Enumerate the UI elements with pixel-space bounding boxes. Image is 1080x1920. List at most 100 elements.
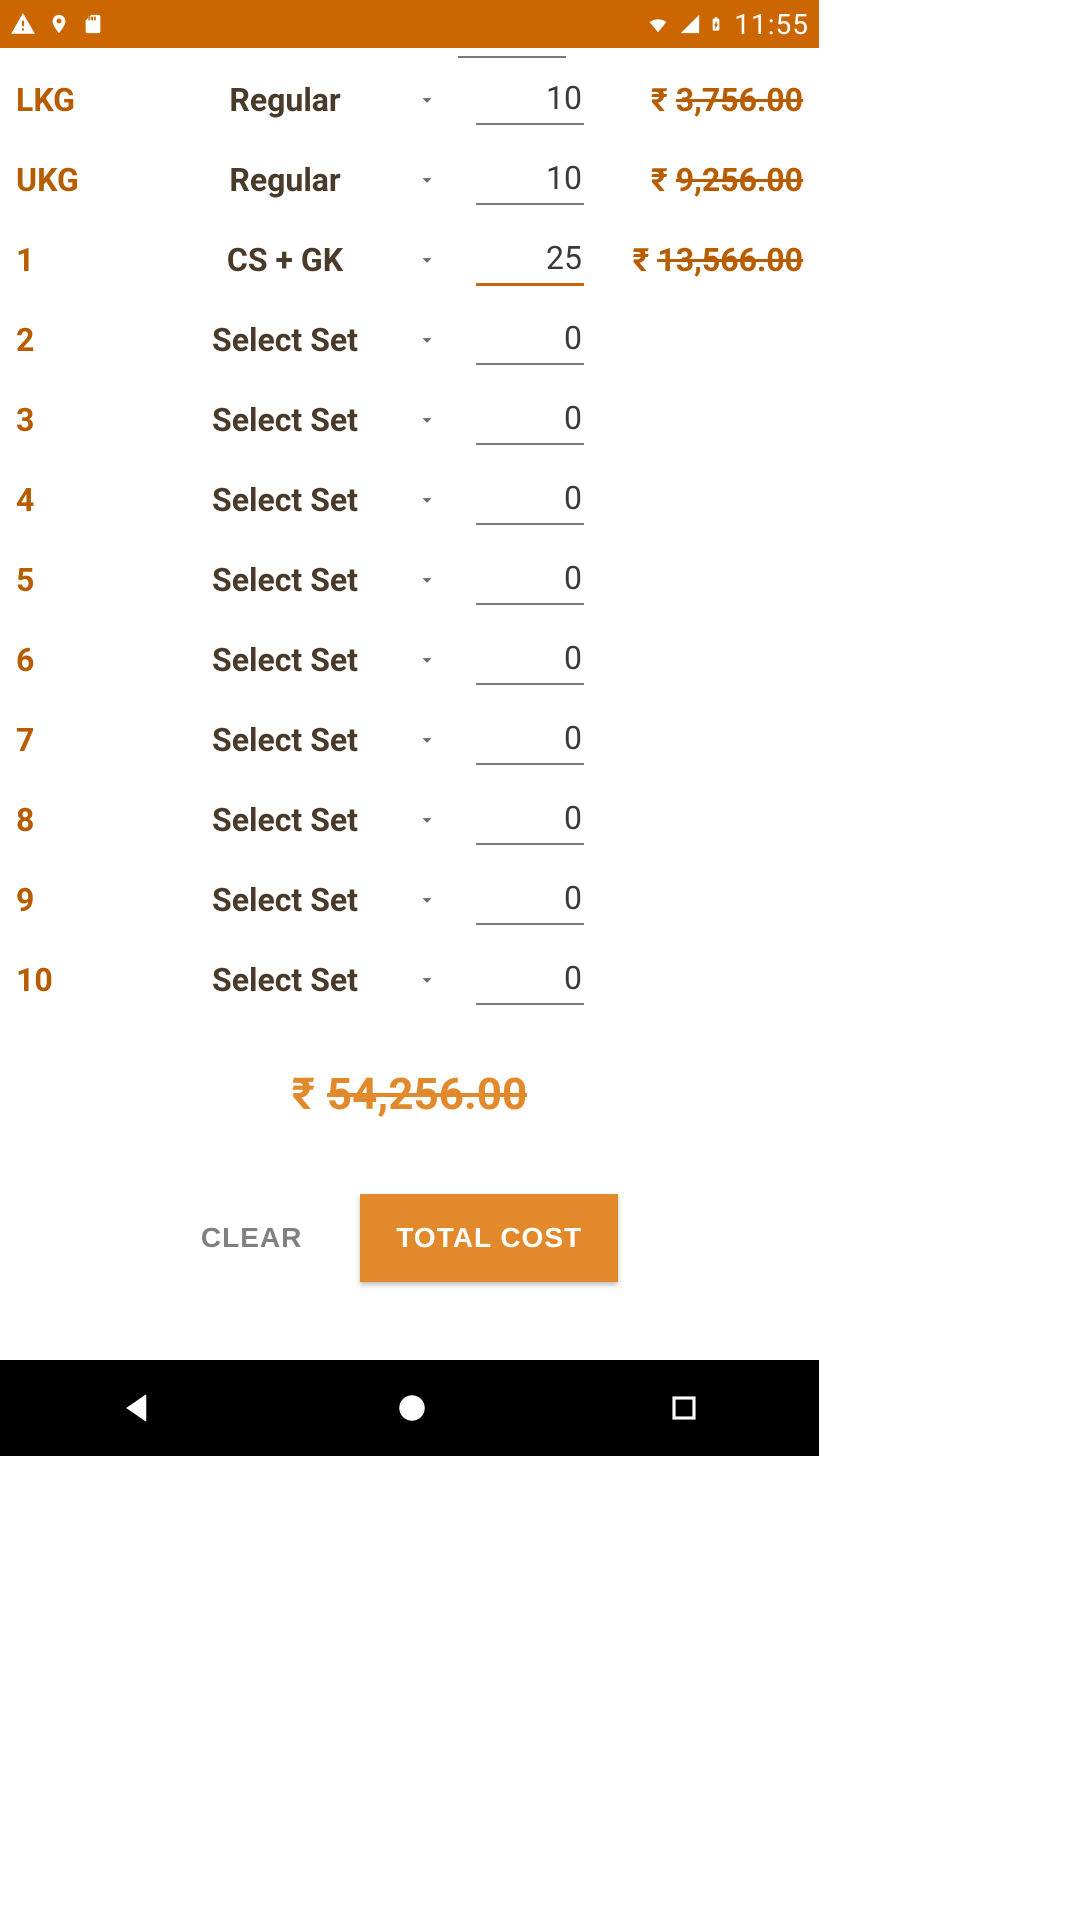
main-content: LKGRegular10₹3,756.00UKGRegular10₹9,256.…	[0, 48, 819, 1360]
button-row: CLEAR TOTAL COST	[14, 1194, 805, 1282]
set-dropdown-label: Select Set	[154, 961, 416, 999]
status-right-icons: 11:55	[644, 8, 809, 41]
grade-label: 2	[14, 321, 154, 359]
grade-row: 4Select Set 0	[14, 460, 805, 540]
set-dropdown[interactable]: Regular	[154, 81, 444, 119]
grade-label: 4	[14, 481, 154, 519]
quantity-input[interactable]: 0	[476, 475, 584, 525]
grade-row: 1CS + GK25₹13,566.00	[14, 220, 805, 300]
quantity-cell: 0	[452, 715, 584, 765]
set-dropdown-label: Select Set	[154, 641, 416, 679]
set-dropdown[interactable]: Select Set	[154, 321, 444, 359]
nav-bar	[0, 1360, 819, 1456]
quantity-input[interactable]: 10	[476, 75, 584, 125]
grade-label: 3	[14, 401, 154, 439]
set-dropdown-label: Select Set	[154, 721, 416, 759]
location-icon	[48, 11, 70, 37]
set-dropdown[interactable]: Select Set	[154, 721, 444, 759]
chevron-down-icon	[416, 809, 438, 831]
grade-row: 6Select Set 0	[14, 620, 805, 700]
sd-card-icon	[82, 11, 104, 37]
grade-row: 10Select Set 0	[14, 940, 805, 1020]
grade-row: 9Select Set 0	[14, 860, 805, 940]
grade-row: 2Select Set 0	[14, 300, 805, 380]
clear-button[interactable]: CLEAR	[201, 1222, 302, 1254]
set-dropdown[interactable]: Select Set	[154, 401, 444, 439]
chevron-down-icon	[416, 569, 438, 591]
quantity-input[interactable]: 25	[476, 235, 584, 286]
row-price: ₹3,756.00	[584, 81, 805, 119]
chevron-down-icon	[416, 889, 438, 911]
status-left-icons	[10, 11, 104, 37]
status-time: 11:55	[734, 8, 809, 41]
quantity-cell: 10	[452, 155, 584, 205]
set-dropdown-label: Select Set	[154, 481, 416, 519]
grade-row: UKGRegular10₹9,256.00	[14, 140, 805, 220]
set-dropdown[interactable]: Regular	[154, 161, 444, 199]
price-value: 13,566.00	[657, 241, 803, 279]
total-amount: 54,256.00	[327, 1068, 527, 1120]
chevron-down-icon	[416, 729, 438, 751]
chevron-down-icon	[416, 249, 438, 271]
quantity-input[interactable]: 0	[476, 795, 584, 845]
grade-label: 9	[14, 881, 154, 919]
signal-icon	[678, 13, 702, 35]
quantity-input[interactable]: 0	[476, 395, 584, 445]
quantity-cell: 0	[452, 475, 584, 525]
chevron-down-icon	[416, 329, 438, 351]
set-dropdown-label: Regular	[154, 81, 416, 119]
quantity-cell: 0	[452, 315, 584, 365]
nav-recent-button[interactable]	[669, 1393, 699, 1423]
rupee-icon: ₹	[651, 81, 668, 119]
grade-label: LKG	[14, 81, 154, 119]
chevron-down-icon	[416, 169, 438, 191]
quantity-input[interactable]: 0	[476, 635, 584, 685]
set-dropdown[interactable]: CS + GK	[154, 241, 444, 279]
set-dropdown-label: Select Set	[154, 401, 416, 439]
grade-label: 10	[14, 961, 154, 999]
rupee-icon: ₹	[292, 1068, 315, 1120]
total-cost-display: ₹ 54,256.00	[14, 1068, 805, 1120]
partial-scroll-row	[14, 48, 805, 60]
set-dropdown[interactable]: Select Set	[154, 881, 444, 919]
total-cost-button[interactable]: TOTAL COST	[360, 1194, 618, 1282]
grade-row: 5Select Set 0	[14, 540, 805, 620]
grade-row: 8Select Set0	[14, 780, 805, 860]
set-dropdown[interactable]: Select Set	[154, 561, 444, 599]
rupee-icon: ₹	[651, 161, 668, 199]
quantity-input[interactable]: 0	[476, 315, 584, 365]
quantity-input[interactable]: 0	[476, 955, 584, 1005]
grade-label: 5	[14, 561, 154, 599]
grade-label: 6	[14, 641, 154, 679]
chevron-down-icon	[416, 969, 438, 991]
row-price: ₹9,256.00	[584, 161, 805, 199]
set-dropdown[interactable]: Select Set	[154, 961, 444, 999]
set-dropdown[interactable]: Select Set	[154, 641, 444, 679]
set-dropdown-label: CS + GK	[154, 241, 416, 279]
quantity-input[interactable]: 0	[476, 715, 584, 765]
set-dropdown-label: Select Set	[154, 561, 416, 599]
set-dropdown-label: Select Set	[154, 801, 416, 839]
chevron-down-icon	[416, 409, 438, 431]
battery-charging-icon	[708, 11, 724, 37]
set-dropdown-label: Select Set	[154, 321, 416, 359]
price-value: 3,756.00	[676, 81, 803, 119]
set-dropdown-label: Regular	[154, 161, 416, 199]
quantity-input[interactable]: 0	[476, 875, 584, 925]
rupee-icon: ₹	[633, 241, 650, 279]
status-bar: 11:55	[0, 0, 819, 48]
grade-row: 3Select Set 0	[14, 380, 805, 460]
quantity-cell: 0	[452, 875, 584, 925]
chevron-down-icon	[416, 649, 438, 671]
nav-home-button[interactable]	[395, 1391, 429, 1425]
set-dropdown[interactable]: Select Set	[154, 801, 444, 839]
quantity-input[interactable]: 10	[476, 155, 584, 205]
quantity-cell: 0	[452, 635, 584, 685]
row-price: ₹13,566.00	[584, 241, 805, 279]
nav-back-button[interactable]	[120, 1390, 156, 1426]
grade-label: 7	[14, 721, 154, 759]
set-dropdown-label: Select Set	[154, 881, 416, 919]
quantity-input[interactable]: 0	[476, 555, 584, 605]
set-dropdown[interactable]: Select Set	[154, 481, 444, 519]
warning-icon	[10, 11, 36, 37]
